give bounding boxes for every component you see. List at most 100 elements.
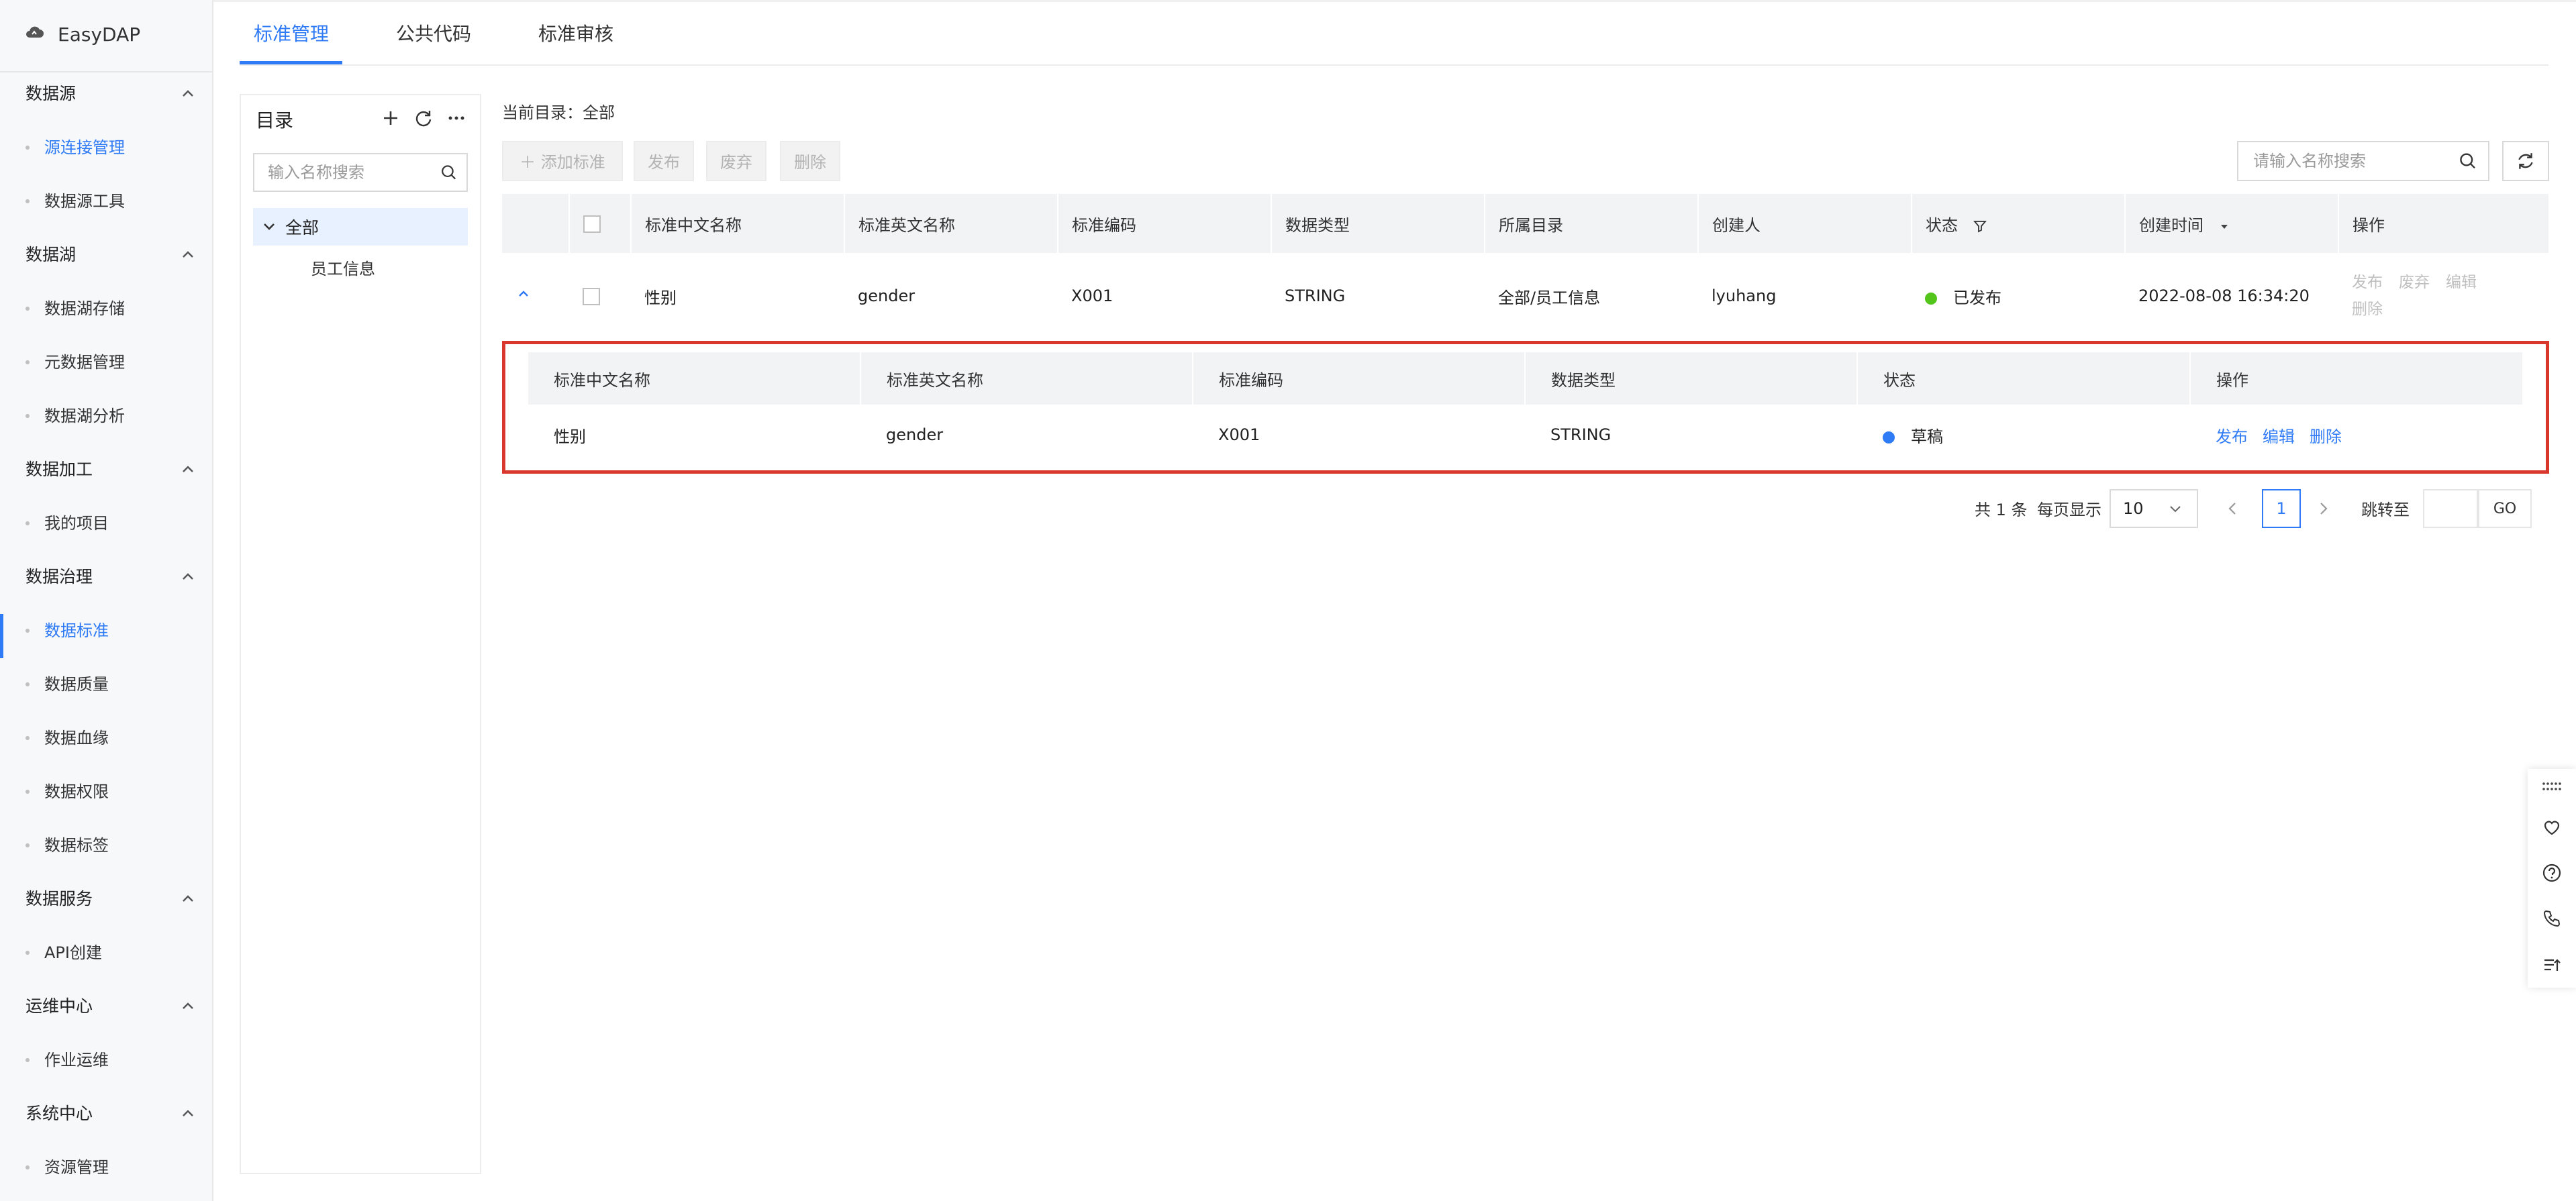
list-sort-icon[interactable] — [2542, 955, 2562, 975]
chevron-down-icon[interactable] — [261, 219, 277, 235]
go-button[interactable]: GO — [2478, 489, 2532, 528]
directory-title: 目录 — [256, 109, 294, 132]
add-standard-button[interactable]: ＋ 添加标准 — [502, 141, 623, 181]
chevron-down-icon — [2169, 506, 2181, 513]
sidebar-item-metadata[interactable]: 元数据管理 — [26, 348, 125, 377]
sidebar-item-api-create[interactable]: API创建 — [26, 938, 102, 968]
row-checkbox[interactable] — [583, 288, 600, 305]
chevron-up-icon[interactable] — [180, 462, 196, 478]
sidebar-item-resource-mgmt[interactable]: 资源管理 — [26, 1153, 109, 1182]
sidebar-item-data-standard[interactable]: 数据标准 — [26, 616, 109, 645]
phone-icon[interactable] — [2542, 908, 2562, 929]
more-icon[interactable] — [448, 109, 465, 127]
nav-group-ops[interactable]: 运维中心 — [26, 994, 93, 1019]
created-column-header: 创建时间 — [2125, 194, 2339, 253]
standard-search[interactable] — [2237, 141, 2489, 181]
table-header-row: 标准中文名称 标准英文名称 标准编码 数据类型 所属目录 创建人 状态 创建时间… — [502, 194, 2550, 253]
bullet-icon — [26, 790, 30, 794]
sidebar-item-source-connection[interactable]: 源连接管理 — [26, 133, 125, 162]
chevron-up-icon[interactable] — [180, 569, 196, 585]
created-time: 2022-08-08 16:34:20 — [2138, 286, 2310, 305]
sidebar-item-datasource-tools[interactable]: 数据源工具 — [26, 187, 125, 216]
bullet-icon — [26, 146, 30, 150]
sidebar-item-data-tags[interactable]: 数据标签 — [26, 831, 109, 860]
tab-common-code[interactable]: 公共代码 — [396, 19, 471, 50]
bullet-icon — [26, 1165, 30, 1169]
bullet-icon — [26, 1058, 30, 1062]
page-size-select[interactable]: 10 — [2110, 489, 2198, 528]
sidebar-item-data-lineage[interactable]: 数据血缘 — [26, 723, 109, 753]
nav-group-governance[interactable]: 数据治理 — [26, 565, 93, 589]
goto-page-input[interactable] — [2423, 489, 2478, 528]
heart-icon[interactable] — [2542, 817, 2562, 837]
brand[interactable]: EasyDAP — [24, 19, 140, 50]
sub-delete-action[interactable]: 删除 — [2310, 427, 2342, 446]
tree-node-employee-info[interactable]: 员工信息 — [311, 255, 375, 283]
nav-group-service[interactable]: 数据服务 — [26, 887, 93, 911]
refresh-icon — [2518, 153, 2533, 169]
sub-status-cell: 草稿 — [1857, 405, 2190, 465]
sort-down-icon[interactable] — [2218, 220, 2230, 232]
search-icon[interactable] — [2459, 151, 2477, 171]
drag-handle-icon[interactable] — [2542, 782, 2562, 791]
brand-divider — [0, 71, 212, 72]
tree-node-all[interactable]: 全部 — [253, 208, 468, 246]
table-row: 性别 gender X001 STRING 全部/员工信息 lyuhang 已发… — [502, 253, 2549, 339]
nav-group-processing[interactable]: 数据加工 — [26, 458, 93, 482]
directory-path: 全部/员工信息 — [1498, 288, 1601, 307]
standard-cn-name-link[interactable]: 性别 — [631, 253, 844, 339]
sub-publish-action[interactable]: 发布 — [2216, 427, 2248, 446]
cloud-icon — [24, 24, 44, 44]
sidebar-item-data-permission[interactable]: 数据权限 — [26, 777, 109, 806]
table-refresh-button[interactable] — [2502, 141, 2549, 181]
sidebar-item-my-projects[interactable]: 我的项目 — [26, 509, 109, 538]
discard-action[interactable]: 废弃 — [2399, 274, 2430, 291]
chevron-up-icon[interactable] — [180, 1106, 196, 1122]
select-cell — [569, 253, 631, 339]
chevron-up-icon[interactable] — [180, 891, 196, 907]
tab-standard-management[interactable]: 标准管理 — [254, 19, 329, 50]
page-1-button[interactable]: 1 — [2262, 489, 2301, 528]
discard-button[interactable]: 废弃 — [706, 141, 766, 181]
page-size-value: 10 — [2123, 499, 2144, 518]
directory-search-input[interactable] — [266, 162, 440, 182]
sidebar-item-job-ops[interactable]: 作业运维 — [26, 1045, 109, 1075]
sidebar-item-data-quality[interactable]: 数据质量 — [26, 670, 109, 699]
publish-action[interactable]: 发布 — [2352, 274, 2383, 291]
creator: lyuhang — [1712, 286, 1777, 305]
help-icon[interactable] — [2542, 863, 2562, 883]
select-all-checkbox[interactable] — [583, 215, 601, 233]
column-header: 操作 — [2190, 352, 2524, 405]
search-icon[interactable] — [440, 163, 457, 182]
prev-page-icon[interactable] — [2226, 501, 2240, 517]
chevron-up-icon[interactable] — [180, 998, 196, 1014]
chevron-up-icon[interactable] — [180, 86, 196, 102]
tab-standard-review[interactable]: 标准审核 — [538, 19, 613, 50]
subtable-row: 性别 gender X001 STRING 草稿 发布 编辑 删除 — [528, 405, 2523, 465]
filter-icon[interactable] — [1973, 219, 1987, 233]
top-border — [0, 0, 2576, 2]
next-page-icon[interactable] — [2316, 501, 2330, 517]
sub-edit-action[interactable]: 编辑 — [2263, 427, 2295, 446]
delete-button[interactable]: 删除 — [780, 141, 840, 181]
edit-action[interactable]: 编辑 — [2446, 274, 2477, 291]
status-cell: 已发布 — [1912, 253, 2125, 339]
sidebar-item-lake-storage[interactable]: 数据湖存储 — [26, 294, 125, 323]
directory-search[interactable] — [253, 153, 468, 192]
column-header: 数据类型 — [1271, 194, 1485, 253]
collapse-chevron-icon[interactable] — [515, 286, 532, 302]
nav-group-system[interactable]: 系统中心 — [26, 1102, 93, 1126]
tabs-divider — [240, 64, 2548, 66]
add-icon[interactable] — [382, 109, 399, 127]
chevron-up-icon[interactable] — [180, 247, 196, 263]
sidebar-item-lake-analysis[interactable]: 数据湖分析 — [26, 401, 125, 431]
publish-button[interactable]: 发布 — [634, 141, 694, 181]
data-type: STRING — [1285, 286, 1346, 305]
delete-action[interactable]: 删除 — [2352, 301, 2383, 318]
nav-group-datasource[interactable]: 数据源 — [26, 82, 76, 106]
standard-search-input[interactable] — [2252, 151, 2459, 171]
nav-group-datalake[interactable]: 数据湖 — [26, 243, 76, 267]
sub-cn-name-link[interactable]: 性别 — [528, 405, 860, 465]
column-header: 标准英文名称 — [860, 352, 1193, 405]
refresh-icon[interactable] — [414, 109, 433, 127]
